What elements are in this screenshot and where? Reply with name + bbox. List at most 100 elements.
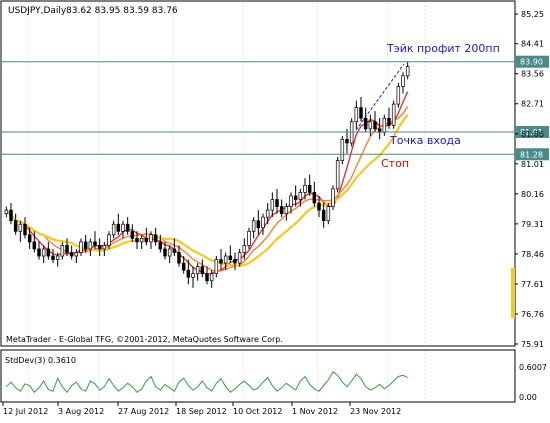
candle-body	[41, 248, 46, 257]
price-tick-label: 81.01	[521, 160, 544, 169]
candle-body	[270, 199, 275, 211]
candle-body	[195, 266, 200, 275]
time-tick-label: 23 Nov 2012	[350, 407, 401, 416]
candle-body	[60, 245, 65, 257]
candle-body	[107, 234, 111, 246]
level-tag-label-stop: 81.28	[520, 150, 543, 159]
candle-body	[363, 117, 368, 130]
candle-body	[293, 195, 298, 200]
candle-body	[32, 241, 37, 250]
candle-body	[298, 192, 303, 200]
candle-body	[396, 86, 401, 105]
price-tick-label: 75.91	[521, 340, 544, 349]
price-scale-marker	[511, 268, 515, 318]
candle-body	[368, 121, 373, 130]
candle-body	[209, 273, 214, 282]
candle-body	[163, 248, 167, 257]
time-tick-label: 1 Nov 2012	[292, 407, 338, 416]
candle-body	[37, 248, 41, 257]
candle-body	[256, 220, 261, 229]
take-profit-annotation: Тэйк профит 200пп	[386, 42, 500, 55]
candle-body	[51, 255, 55, 260]
time-tick-label: 3 Aug 2012	[58, 407, 104, 416]
candle-body	[135, 238, 139, 243]
time-tick-label: 10 Oct 2012	[233, 407, 282, 416]
candle-body	[74, 252, 79, 257]
candle-body	[153, 234, 158, 243]
candle-body	[303, 185, 307, 193]
price-tick-label: 79.31	[521, 220, 544, 229]
candle-body	[18, 223, 23, 232]
stddev-tick-max: 0.6007	[519, 363, 547, 372]
candle-body	[223, 255, 228, 264]
price-tick-label: 78.46	[521, 250, 544, 259]
candle-body	[335, 160, 340, 190]
candle-body	[242, 245, 247, 253]
candle-body	[93, 241, 97, 246]
candle-body	[4, 209, 9, 214]
chart-background	[0, 0, 550, 419]
candle-body	[279, 206, 284, 214]
stddev-label: StdDev(3) 0.3610	[5, 356, 76, 365]
candle-body	[228, 255, 233, 260]
candle-body	[191, 273, 195, 278]
candle-body	[401, 75, 405, 87]
candle-body	[387, 117, 391, 126]
candle-body	[9, 209, 13, 222]
stop-annotation: Стоп	[381, 157, 409, 170]
price-tick-label: 84.41	[521, 40, 544, 49]
candle-body	[237, 252, 242, 264]
candle-body	[172, 248, 177, 253]
level-tag-label-take_profit: 83.90	[520, 58, 543, 67]
candle-body	[247, 230, 251, 246]
chart-window[interactable]: 83.90 81.91 81.28 USDJPY,Daily 83.62 83.95…	[0, 0, 550, 419]
candle-body	[205, 273, 209, 282]
candle-body	[275, 199, 279, 207]
price-tick-label: 82.71	[521, 100, 544, 109]
candle-body	[23, 223, 27, 236]
candle-body	[130, 230, 135, 239]
candle-body	[345, 139, 349, 144]
candle-body	[181, 262, 186, 271]
time-tick-label: 18 Sep 2012	[176, 407, 227, 416]
candle-body	[219, 259, 223, 264]
candle-body	[289, 195, 293, 207]
candle-body	[251, 220, 256, 232]
candle-body	[116, 223, 121, 232]
candle-body	[326, 206, 331, 222]
candle-body	[307, 185, 312, 193]
candle-body	[391, 103, 396, 126]
candle-body	[233, 259, 237, 264]
candle-body	[382, 117, 387, 133]
candle-body	[359, 107, 363, 119]
entry-annotation: Точка входа	[389, 134, 461, 147]
candle-body	[139, 238, 144, 243]
time-tick-label: 27 Aug 2012	[118, 407, 169, 416]
candle-body	[331, 188, 335, 207]
candle-body	[317, 202, 321, 211]
candle-body	[158, 241, 163, 250]
candle-body	[214, 259, 219, 275]
candle-body	[88, 241, 93, 250]
price-tick-label: 83.56	[521, 70, 544, 79]
candle-body	[79, 241, 83, 253]
candle-body	[312, 192, 317, 204]
candle-body	[354, 107, 359, 123]
price-tick-label: 85.25	[521, 10, 544, 19]
candle-body	[121, 223, 125, 232]
watermark-text: MetaTrader - E-Global TFG, ©2001-2012, M…	[6, 335, 283, 344]
candle-body	[261, 216, 265, 229]
candle-body	[186, 269, 191, 278]
symbol-label: USDJPY,Daily	[8, 6, 67, 16]
candle-body	[177, 252, 181, 264]
time-tick-label: 12 Jul 2012	[3, 407, 48, 416]
candle-body	[373, 121, 377, 130]
candle-body	[13, 220, 18, 232]
candle-body	[149, 234, 153, 243]
candle-body	[167, 248, 172, 257]
candle-body	[321, 209, 326, 222]
candle-body	[265, 209, 270, 218]
candle-body	[69, 252, 74, 257]
candle-body	[111, 223, 116, 236]
candle-body	[284, 206, 289, 214]
